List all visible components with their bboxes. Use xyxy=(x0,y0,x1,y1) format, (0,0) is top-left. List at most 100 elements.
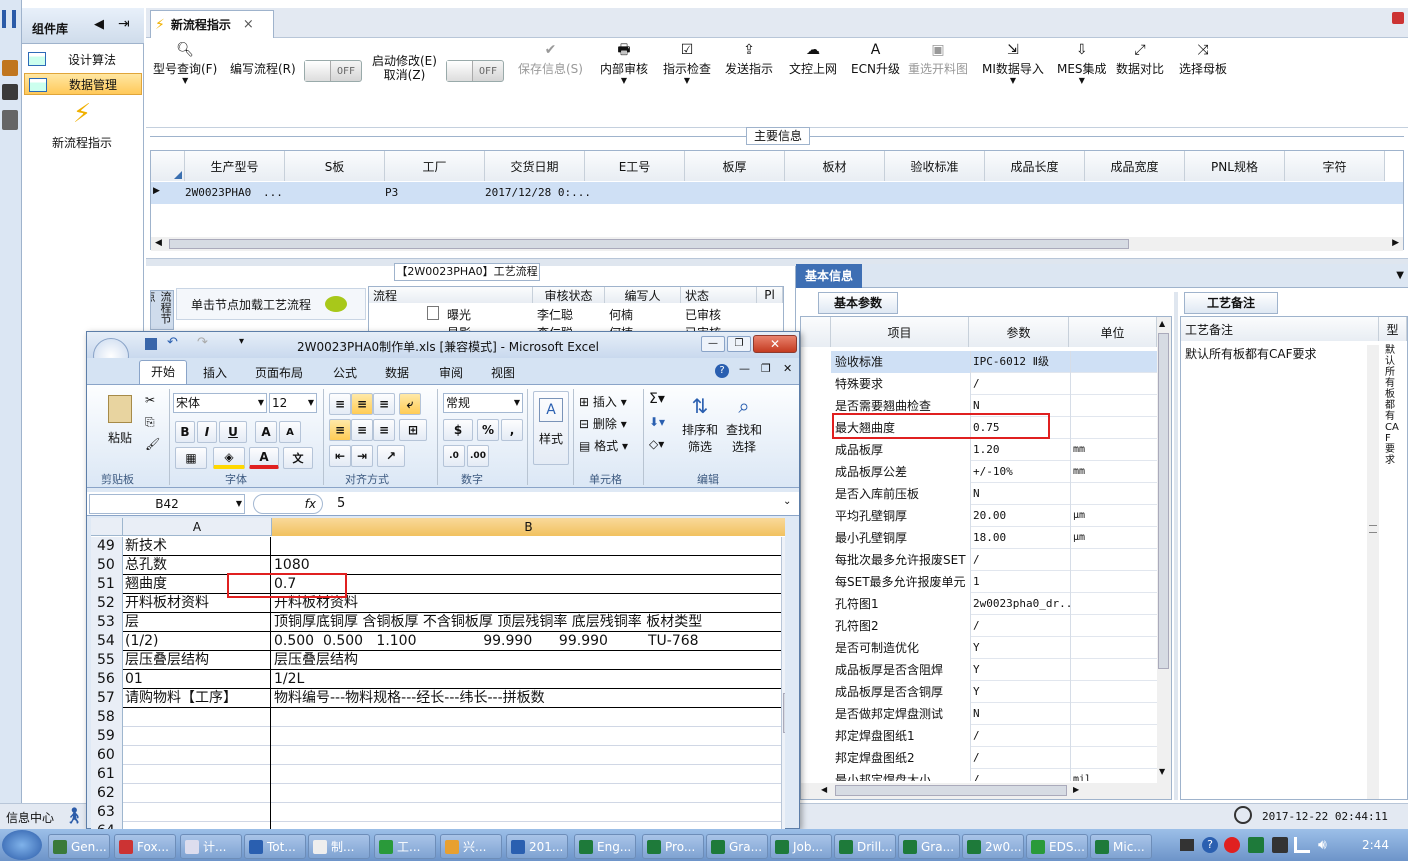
align-top-button[interactable]: ≡ xyxy=(329,393,351,415)
ribbon-tab-insert[interactable]: 插入 xyxy=(203,364,227,381)
scroll-right-icon[interactable]: ▶ xyxy=(1392,238,1399,248)
clear-icon[interactable]: ◇▾ xyxy=(649,437,664,451)
cell-b[interactable]: 1080 xyxy=(272,556,782,575)
flow-row[interactable]: 曝光 李仁聪 何楠 已审核 xyxy=(369,304,783,322)
align-right-button[interactable]: ≡ xyxy=(373,419,395,441)
expand-formula-icon[interactable]: ⌄ xyxy=(783,496,791,507)
close-icon[interactable]: ✕ xyxy=(783,362,792,375)
shrink-font-button[interactable]: A xyxy=(279,421,301,443)
basic-info-tab[interactable]: 基本信息 xyxy=(796,264,862,288)
table-row[interactable]: ▶ 2W0023PHA0 ... P3 2017/12/28 0:... xyxy=(151,182,1403,204)
ribbon-tab-view[interactable]: 视图 xyxy=(491,364,515,381)
taskbar-item[interactable]: 兴... xyxy=(440,834,502,859)
params-tab[interactable]: 基本参数 xyxy=(818,292,898,314)
param-row[interactable]: 每SET最多允许报废单元 1 xyxy=(831,571,1157,593)
splitter[interactable] xyxy=(1174,292,1178,800)
grid-header[interactable]: PNL规格 xyxy=(1185,151,1285,181)
format-painter-icon[interactable]: 🖌︎ xyxy=(145,437,160,451)
sheet-row[interactable]: 57 请购物料【工序】 物料编号---物料规格---经长---纬长---拼板数 xyxy=(91,689,781,708)
tray-icon[interactable] xyxy=(1248,837,1264,853)
row-number[interactable]: 54 xyxy=(91,632,123,651)
param-row[interactable]: 最小邦定焊盘大小 / mil xyxy=(831,769,1157,781)
write-flow-button[interactable]: 编写流程(R) xyxy=(230,60,296,110)
remarks-tab[interactable]: 工艺备注 xyxy=(1184,292,1278,314)
flow-col-header[interactable]: 审核状态 xyxy=(533,287,605,303)
scroll-up-icon[interactable]: ▲ xyxy=(1159,319,1165,328)
percent-button[interactable]: % xyxy=(477,419,499,441)
underline-button[interactable]: U xyxy=(219,421,247,443)
taskbar-item[interactable]: 工... xyxy=(374,834,436,859)
cell-b[interactable]: 1/2L xyxy=(272,670,782,689)
select-all[interactable] xyxy=(91,518,123,536)
scroll-left-icon[interactable]: ◀ xyxy=(155,238,162,248)
minimize-icon[interactable]: — xyxy=(701,336,725,352)
col-header-b[interactable]: B xyxy=(272,518,785,536)
sheet-row[interactable]: 61 xyxy=(91,765,781,784)
row-number[interactable]: 49 xyxy=(91,537,123,556)
phonetic-button[interactable]: 文 xyxy=(283,447,313,469)
insert-cells-button[interactable]: ⊞ 插入 ▾ xyxy=(579,393,627,410)
scroll-left-icon[interactable]: ◀ xyxy=(821,785,827,794)
sum-icon[interactable]: Σ▾ xyxy=(649,391,665,407)
grid-header[interactable]: 生产型号 xyxy=(185,151,285,181)
cell-b[interactable]: 物料编号---物料规格---经长---纬长---拼板数 xyxy=(272,689,782,708)
param-row[interactable]: 最小孔壁铜厚 18.00 μm xyxy=(831,527,1157,549)
sheet-row[interactable]: 63 xyxy=(91,803,781,822)
start-edit-toggle[interactable]: OFF xyxy=(446,60,504,82)
param-row[interactable]: 孔符图2/ xyxy=(831,615,1157,637)
cell-a[interactable]: 层 xyxy=(123,613,271,632)
cell-b[interactable] xyxy=(272,784,782,803)
upload-button[interactable]: ☁ 文控上网 xyxy=(789,40,837,90)
sheet-row[interactable]: 52 开料板材资料 开料板材资料 xyxy=(91,594,781,613)
grid-header[interactable]: 工厂 xyxy=(385,151,485,181)
v-scrollbar[interactable]: ▲ ▼ xyxy=(1157,317,1171,783)
row-number[interactable]: 55 xyxy=(91,651,123,670)
v-scrollbar[interactable] xyxy=(1367,345,1379,799)
dec-decimal-button[interactable]: .00 xyxy=(467,445,489,467)
flow-col-header[interactable]: 流程 xyxy=(369,287,533,303)
function-button[interactable]: fx xyxy=(253,494,323,514)
tray-icon[interactable] xyxy=(1224,837,1240,853)
align-left-button[interactable]: ≡ xyxy=(329,419,351,441)
cell-b[interactable] xyxy=(272,708,782,727)
formula-value[interactable]: 5 xyxy=(337,496,345,511)
sheet-row[interactable]: 60 xyxy=(91,746,781,765)
indent-dec-button[interactable]: ⇤ xyxy=(329,445,351,467)
cell-b[interactable] xyxy=(272,803,782,822)
customize-icon[interactable]: ▾ xyxy=(239,336,244,347)
volume-icon[interactable]: 🔊︎ xyxy=(1318,837,1327,853)
cell-a[interactable]: 01 xyxy=(123,670,271,689)
taskbar-item[interactable]: Drill... xyxy=(834,834,896,859)
find-select-button[interactable]: ⌕ 查找和 选择 xyxy=(723,391,765,455)
clock[interactable]: 2:44 xyxy=(1362,838,1389,852)
mes-button[interactable]: ⇩ MES集成 ▼ xyxy=(1057,40,1107,90)
param-row[interactable]: 每批次最多允许报废SET / xyxy=(831,549,1157,571)
write-flow-toggle[interactable]: OFF xyxy=(304,60,362,82)
wrap-text-button[interactable]: ⤶ xyxy=(399,393,421,415)
scroll-thumb[interactable] xyxy=(169,239,1129,249)
param-row[interactable]: 成品板厚 1.20 mm xyxy=(831,439,1157,461)
dropdown-icon[interactable]: ▼ xyxy=(1396,270,1404,281)
info-center-label[interactable]: 信息中心 xyxy=(6,809,54,826)
query-button[interactable]: 🔍︎ 型号查询(F) ▼ xyxy=(153,40,217,90)
param-row[interactable]: 是否做邦定焊盘测试 N xyxy=(831,703,1157,725)
sheet-row[interactable]: 50 总孔数 1080 xyxy=(91,556,781,575)
inc-decimal-button[interactable]: .0 xyxy=(443,445,465,467)
scroll-thumb[interactable] xyxy=(783,693,785,733)
styles-button[interactable]: A 样式 xyxy=(533,391,569,465)
tool-icon[interactable] xyxy=(2,60,18,76)
sheet-row[interactable]: 49 新技术 xyxy=(91,537,781,556)
cell-b[interactable] xyxy=(272,746,782,765)
cell-b[interactable] xyxy=(272,727,782,746)
cell-a[interactable] xyxy=(123,727,271,746)
h-scrollbar[interactable]: ◀ ▶ xyxy=(801,783,1171,799)
save-icon[interactable] xyxy=(145,338,157,350)
align-bottom-button[interactable]: ≡ xyxy=(373,393,395,415)
row-number[interactable]: 61 xyxy=(91,765,123,784)
grow-font-button[interactable]: A xyxy=(255,421,277,443)
restore-icon[interactable]: ❐ xyxy=(727,336,751,352)
flow-col-header[interactable]: 状态 xyxy=(681,287,757,303)
row-number[interactable]: 59 xyxy=(91,727,123,746)
fill-color-button[interactable]: ◈ xyxy=(213,447,245,469)
taskbar-item[interactable]: Gra... xyxy=(898,834,960,859)
